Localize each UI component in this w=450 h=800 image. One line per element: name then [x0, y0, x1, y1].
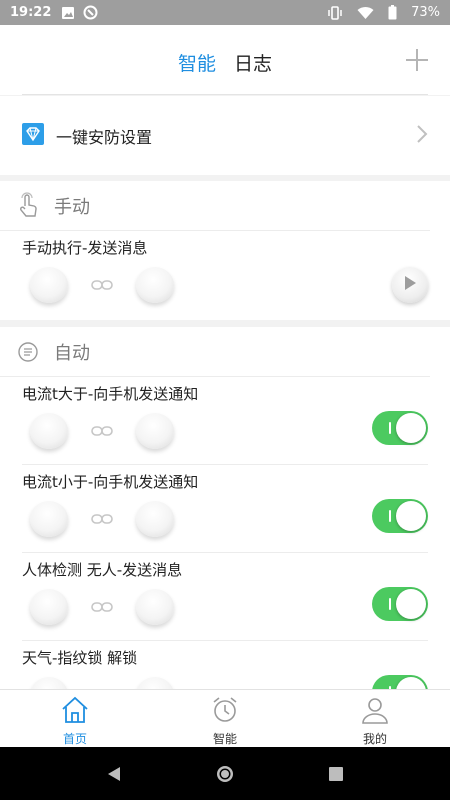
bottom-nav: 首页 智能 我的 — [0, 689, 450, 747]
scene-devices — [30, 501, 174, 537]
auto-list-icon — [16, 338, 40, 366]
recents-icon[interactable] — [328, 766, 344, 782]
auto-scene-item[interactable]: 电流t小于-向手机发送通知 — [22, 465, 428, 553]
vibrate-icon — [327, 5, 343, 20]
manual-section: 手动 手动执行-发送消息 — [0, 181, 450, 320]
scene-devices — [30, 413, 174, 449]
play-button[interactable] — [392, 267, 428, 303]
security-setting-row[interactable]: 一键安防设置 — [0, 96, 450, 175]
status-bar: 19:22 73% — [0, 0, 450, 25]
wifi-icon — [357, 6, 374, 20]
manual-scene-item[interactable]: 手动执行-发送消息 — [22, 231, 428, 319]
scene-devices — [30, 589, 174, 625]
tab-smart[interactable]: 智能 — [178, 44, 216, 76]
link-icon — [88, 426, 116, 436]
alarm-clock-icon — [210, 696, 240, 728]
device-icon — [136, 413, 174, 449]
scene-devices — [30, 677, 174, 689]
scene-title: 手动执行-发送消息 — [22, 239, 148, 257]
link-icon — [88, 514, 116, 524]
nav-smart-label: 智能 — [212, 732, 237, 746]
status-time: 19:22 — [10, 5, 52, 20]
header: 智能 日志 — [0, 25, 450, 95]
link-icon — [88, 280, 116, 290]
manual-section-title: 手动 — [54, 196, 90, 218]
scene-title: 电流t大于-向手机发送通知 — [22, 385, 199, 403]
nav-home[interactable]: 首页 — [0, 690, 150, 747]
scene-title: 电流t小于-向手机发送通知 — [22, 473, 199, 491]
chevron-right-icon — [416, 124, 428, 148]
person-icon — [360, 696, 390, 728]
play-icon — [403, 275, 417, 295]
diamond-shield-icon — [22, 122, 44, 149]
scene-toggle[interactable] — [372, 675, 428, 689]
hand-tap-icon — [16, 191, 40, 220]
nav-home-label: 首页 — [62, 732, 87, 746]
auto-scene-item[interactable]: 天气-指纹锁 解锁 — [22, 641, 428, 689]
device-icon — [30, 589, 68, 625]
scene-title: 人体检测 无人-发送消息 — [22, 561, 183, 579]
device-icon — [30, 413, 68, 449]
auto-scene-item[interactable]: 人体检测 无人-发送消息 — [22, 553, 428, 641]
scene-toggle[interactable] — [372, 499, 428, 533]
device-icon — [136, 677, 174, 689]
security-setting-label: 一键安防设置 — [56, 127, 153, 147]
auto-scene-item[interactable]: 电流t大于-向手机发送通知 — [22, 377, 428, 465]
tab-log[interactable]: 日志 — [234, 44, 272, 76]
add-icon[interactable] — [404, 47, 430, 73]
manual-section-header: 手动 — [0, 181, 430, 231]
scene-toggle[interactable] — [372, 411, 428, 445]
device-icon — [136, 267, 174, 303]
device-icon — [30, 501, 68, 537]
nav-mine-label: 我的 — [362, 732, 387, 746]
scene-devices — [30, 267, 174, 303]
scene-toggle[interactable] — [372, 587, 428, 621]
nav-mine[interactable]: 我的 — [300, 690, 450, 747]
system-nav-bar — [0, 747, 450, 800]
home-circle-icon[interactable] — [215, 764, 235, 784]
auto-section: 自动 电流t大于-向手机发送通知 电流t小于-向手机发送通知 人体检测 无人-发… — [0, 327, 450, 689]
link-icon — [88, 602, 116, 612]
device-icon — [30, 677, 68, 689]
home-icon — [60, 696, 90, 728]
device-icon — [30, 267, 68, 303]
battery-icon — [388, 5, 397, 20]
device-icon — [136, 501, 174, 537]
back-icon[interactable] — [106, 766, 122, 782]
header-divider — [22, 94, 428, 95]
nav-smart[interactable]: 智能 — [150, 690, 300, 747]
auto-section-title: 自动 — [54, 342, 90, 364]
auto-section-header: 自动 — [0, 327, 430, 377]
app-notification-icon — [83, 5, 98, 20]
image-icon — [61, 6, 75, 20]
battery-percent: 73% — [411, 5, 440, 20]
scene-title: 天气-指纹锁 解锁 — [22, 649, 138, 667]
device-icon — [136, 589, 174, 625]
